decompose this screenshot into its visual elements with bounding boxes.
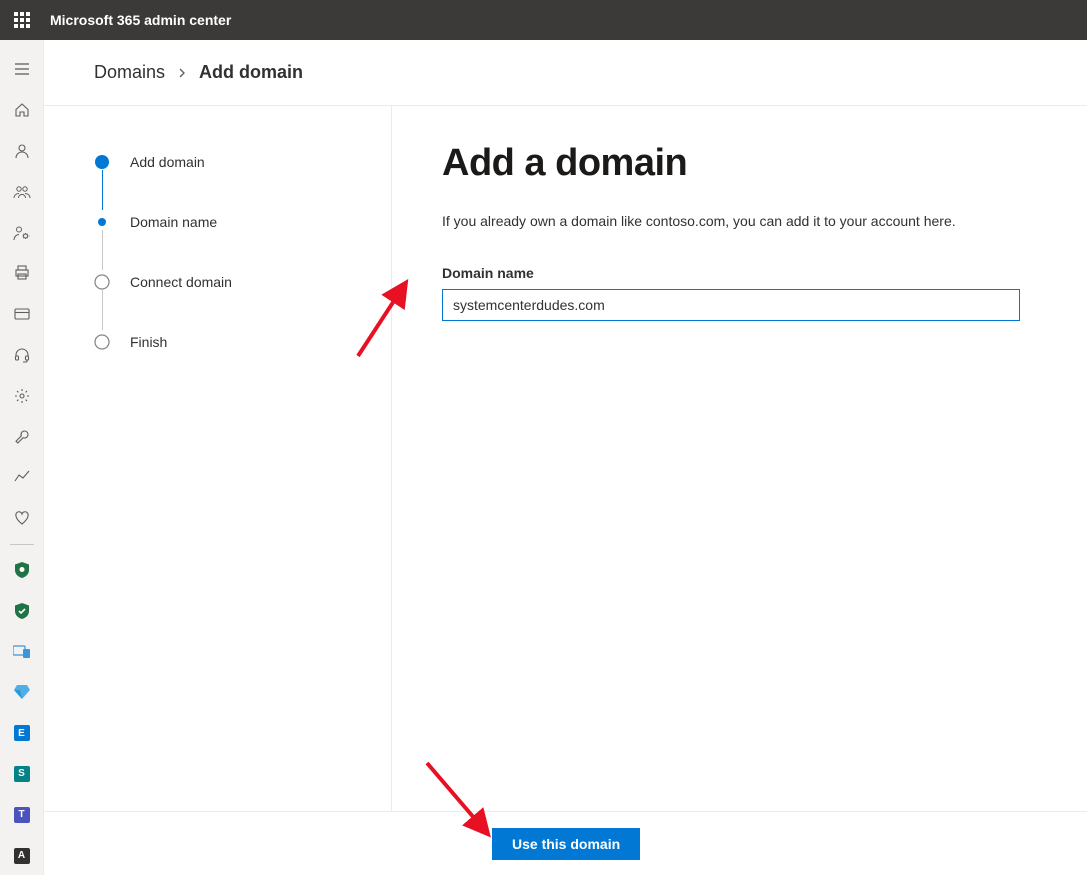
breadcrumb: Domains Add domain [44,40,1087,106]
wizard-step-connect-domain[interactable]: Connect domain [94,270,391,294]
printer-icon [14,265,30,281]
rail-security[interactable] [0,551,44,590]
rail-exchange[interactable]: E [0,714,44,753]
person-gear-icon [13,225,31,241]
rail-endpoint[interactable] [0,632,44,671]
footer-bar: Use this domain [44,811,1087,875]
wizard-step-finish[interactable]: Finish [94,330,391,354]
home-icon [14,102,30,118]
domain-name-input[interactable] [442,289,1020,321]
rail-sharepoint[interactable]: S [0,755,44,794]
top-header: Microsoft 365 admin center [0,0,1087,40]
step-label: Add domain [130,154,205,170]
step-marker-pending-icon [94,334,110,350]
rail-health[interactable] [0,499,44,538]
step-marker-current-icon [94,214,110,230]
breadcrumb-current: Add domain [199,62,303,83]
wrench-icon [14,429,30,445]
all-admin-icon: A [14,848,30,864]
step-label: Finish [130,334,167,350]
waffle-icon [14,12,30,28]
step-marker-active-icon [94,154,110,170]
gear-icon [14,388,30,404]
teams-icon: T [14,807,30,823]
page-description: If you already own a domain like contoso… [442,213,1022,229]
devices-icon [13,645,31,659]
diamond-icon [14,685,30,699]
shield-check-icon [15,603,29,619]
rail-teams[interactable]: T [0,795,44,834]
headset-icon [14,347,30,363]
domain-field-label: Domain name [442,265,1087,281]
rail-roles[interactable] [0,213,44,252]
rail-resources[interactable] [0,254,44,293]
rail-reports[interactable] [0,458,44,497]
rail-home[interactable] [0,91,44,130]
wizard-steps: Add domain Domain name C [44,106,392,811]
step-label: Connect domain [130,274,232,290]
rail-all-admin[interactable]: A [0,836,44,875]
exchange-icon: E [14,725,30,741]
shield-icon [15,562,29,578]
step-label: Domain name [130,214,217,230]
hamburger-icon [14,61,30,77]
rail-azure-ad[interactable] [0,673,44,712]
heart-icon [14,511,30,525]
left-navigation-rail: E S T A [0,40,44,875]
sharepoint-icon: S [14,766,30,782]
user-icon [14,143,30,159]
step-marker-pending-icon [94,274,110,290]
form-area: Add a domain If you already own a domain… [392,106,1087,811]
wizard-step-domain-name[interactable]: Domain name [94,210,391,234]
card-icon [14,308,30,320]
rail-compliance[interactable] [0,591,44,630]
rail-setup[interactable] [0,417,44,456]
rail-users[interactable] [0,132,44,171]
breadcrumb-root[interactable]: Domains [94,62,165,83]
rail-menu-toggle[interactable] [0,50,44,89]
chevron-right-icon [177,62,187,83]
app-title: Microsoft 365 admin center [50,12,231,28]
wizard-step-add-domain[interactable]: Add domain [94,150,391,174]
page-heading: Add a domain [442,142,1087,185]
rail-divider [10,544,34,545]
rail-settings[interactable] [0,376,44,415]
chart-icon [14,469,30,485]
rail-groups[interactable] [0,172,44,211]
app-launcher-button[interactable] [0,0,44,40]
rail-billing[interactable] [0,295,44,334]
group-icon [13,185,31,199]
rail-support[interactable] [0,336,44,375]
use-this-domain-button[interactable]: Use this domain [492,828,640,860]
